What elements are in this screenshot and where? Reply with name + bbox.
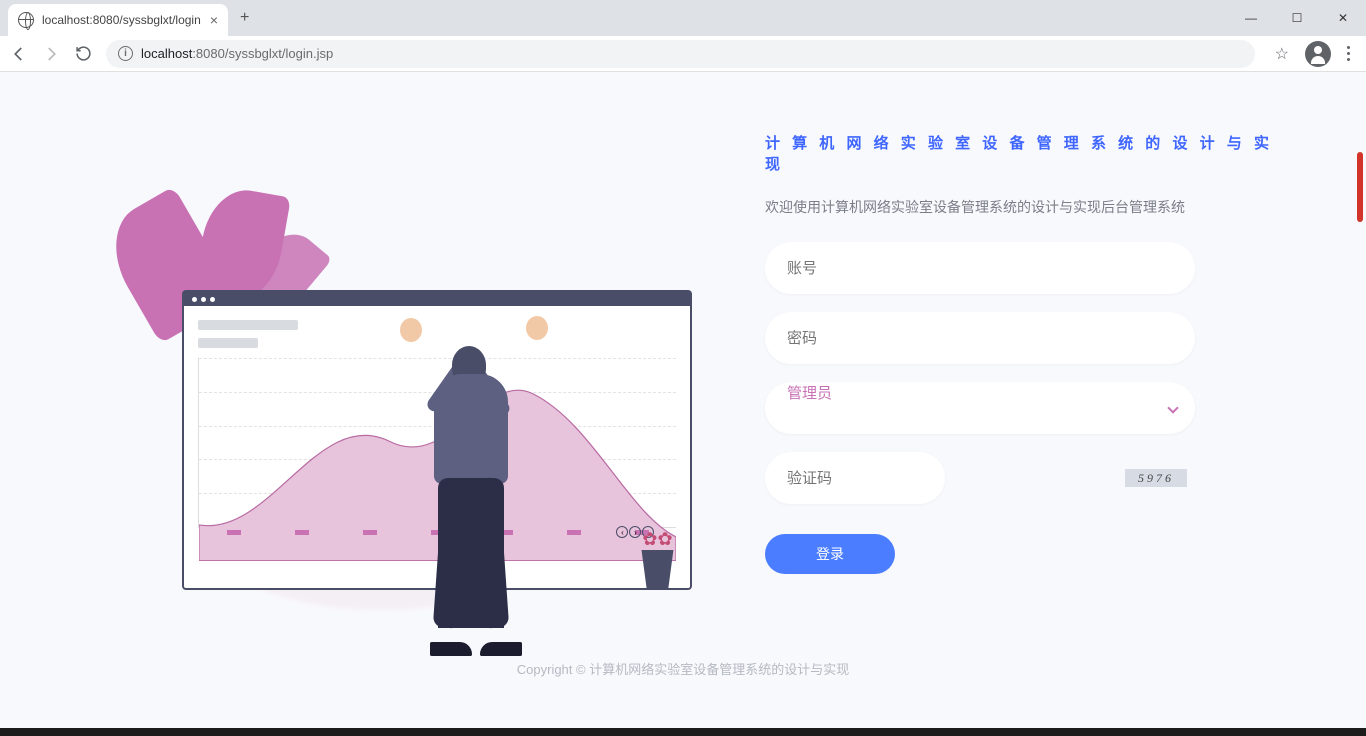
- captcha-input[interactable]: [765, 452, 945, 504]
- copyright-text: Copyright © 计算机网络实验室设备管理系统的设计与实现: [0, 659, 1366, 678]
- back-button[interactable]: [10, 45, 28, 63]
- browser-toolbar: i localhost:8080/syssbglxt/login.jsp ☆: [0, 36, 1366, 72]
- new-tab-button[interactable]: +: [228, 9, 261, 27]
- username-input[interactable]: [765, 242, 1195, 294]
- login-form-panel: 计 算 机 网 络 实 验 室 设 备 管 理 系 统 的 设 计 与 实 现 …: [765, 72, 1366, 728]
- plant-pot-icon: ✿✿: [632, 529, 682, 590]
- site-info-icon[interactable]: i: [118, 46, 133, 61]
- reload-button[interactable]: [74, 45, 92, 63]
- browser-tab[interactable]: localhost:8080/syssbglxt/login ×: [8, 4, 228, 36]
- scrollbar-thumb[interactable]: [1357, 152, 1363, 222]
- forward-button[interactable]: [42, 45, 60, 63]
- url-host: localhost: [141, 46, 192, 61]
- login-button[interactable]: 登录: [765, 534, 895, 574]
- password-input[interactable]: [765, 312, 1195, 364]
- close-tab-icon[interactable]: ×: [210, 12, 218, 28]
- page-content: ‹› ✿✿ 计 算 机 网 络 实 验 室 设 备 管 理 系 统 的 设 计 …: [0, 72, 1366, 728]
- url-path: :8080/syssbglxt/login.jsp: [192, 46, 333, 61]
- person-illustration: [402, 330, 542, 650]
- captcha-image[interactable]: 5976: [1125, 469, 1187, 487]
- maximize-button[interactable]: ☐: [1274, 11, 1320, 25]
- profile-avatar-icon[interactable]: [1305, 41, 1331, 67]
- role-select[interactable]: 管理员: [765, 382, 1195, 434]
- minimize-button[interactable]: ―: [1228, 11, 1274, 25]
- welcome-text: 欢迎使用计算机网络实验室设备管理系统的设计与实现后台管理系统: [765, 196, 1298, 218]
- menu-icon[interactable]: [1347, 46, 1350, 61]
- tab-title: localhost:8080/syssbglxt/login: [42, 13, 201, 27]
- bookmark-icon[interactable]: ☆: [1275, 44, 1289, 64]
- page-title: 计 算 机 网 络 实 验 室 设 备 管 理 系 统 的 设 计 与 实 现: [765, 132, 1298, 174]
- window-controls: ― ☐ ✕: [1228, 0, 1366, 36]
- taskbar[interactable]: [0, 728, 1366, 736]
- browser-tabstrip: localhost:8080/syssbglxt/login × + ― ☐ ✕: [0, 0, 1366, 36]
- globe-icon: [18, 12, 34, 28]
- close-window-button[interactable]: ✕: [1320, 11, 1366, 25]
- address-bar[interactable]: i localhost:8080/syssbglxt/login.jsp: [106, 40, 1255, 68]
- illustration-panel: ‹› ✿✿: [0, 72, 765, 728]
